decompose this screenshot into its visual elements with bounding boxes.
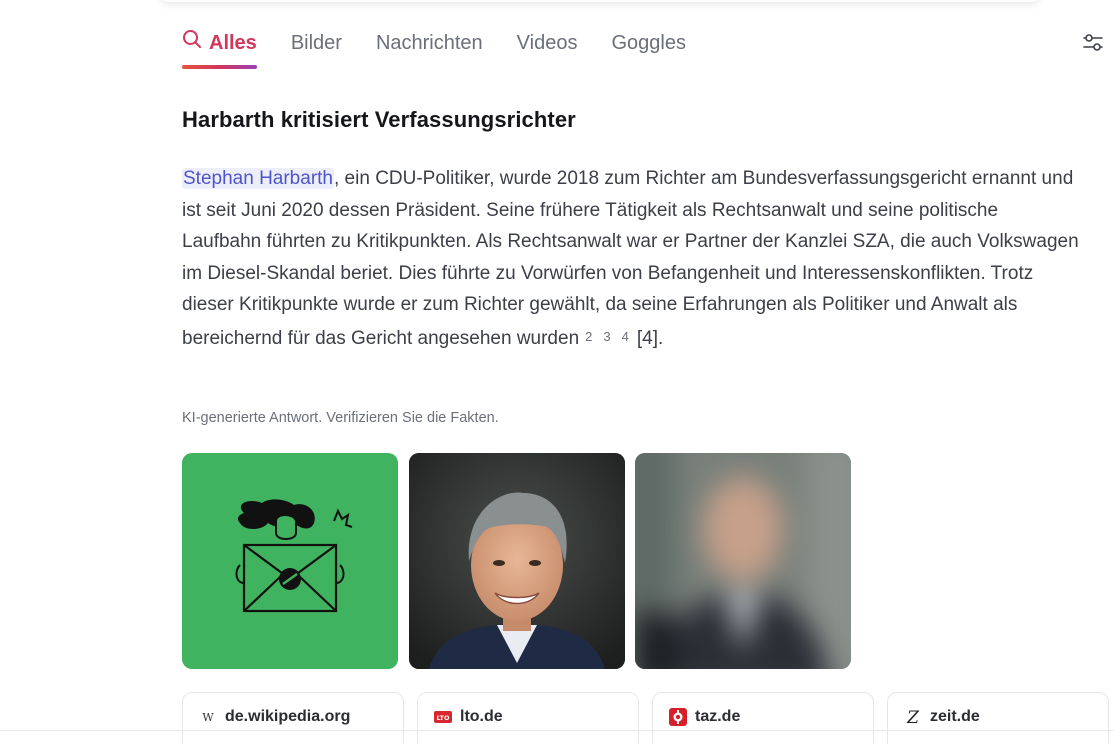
image-blurred[interactable] bbox=[635, 453, 851, 669]
svg-text:W: W bbox=[202, 711, 214, 724]
tab-all[interactable]: Alles bbox=[182, 28, 257, 69]
image-portrait[interactable] bbox=[409, 453, 625, 669]
taz-icon bbox=[669, 708, 687, 726]
svg-text:LTO: LTO bbox=[436, 714, 449, 722]
citation-4[interactable]: 4 bbox=[622, 329, 629, 344]
tab-news-label: Nachrichten bbox=[375, 32, 483, 54]
svg-text:Z: Z bbox=[906, 708, 920, 726]
source-card-taz[interactable]: taz.de bbox=[652, 692, 874, 744]
search-tabs: Alles Bilder Nachrichten Videos Goggles bbox=[182, 28, 686, 70]
source-card-lto[interactable]: LTO lto.de bbox=[417, 692, 639, 744]
answer-text: Stephan Harbarth, ein CDU-Politiker, wur… bbox=[182, 163, 1082, 355]
tab-images-label: Bilder bbox=[290, 32, 342, 54]
tab-news[interactable]: Nachrichten bbox=[376, 28, 483, 58]
image-illustration[interactable] bbox=[182, 453, 398, 669]
source-label: lto.de bbox=[460, 708, 503, 725]
zeit-icon: Z bbox=[904, 708, 922, 726]
tab-images[interactable]: Bilder bbox=[291, 28, 342, 58]
blurred-content bbox=[635, 453, 851, 669]
tab-videos[interactable]: Videos bbox=[517, 28, 578, 58]
page-divider bbox=[0, 730, 1114, 731]
source-card-wikipedia[interactable]: W de.wikipedia.org bbox=[182, 692, 404, 744]
sliders-icon[interactable] bbox=[1078, 28, 1108, 58]
lto-icon: LTO bbox=[434, 708, 452, 726]
entity-link[interactable]: Stephan Harbarth bbox=[182, 168, 334, 189]
tab-all-label: Alles bbox=[209, 32, 257, 54]
citation-3[interactable]: 3 bbox=[603, 329, 610, 344]
tab-goggles-label: Goggles bbox=[611, 32, 686, 54]
answer-title: Harbarth kritisiert Verfassungsrichter bbox=[182, 107, 576, 132]
search-icon bbox=[182, 29, 202, 57]
wikipedia-icon: W bbox=[199, 708, 217, 726]
tab-videos-label: Videos bbox=[516, 32, 578, 54]
source-label: taz.de bbox=[695, 708, 741, 725]
citation-2[interactable]: 2 bbox=[585, 329, 592, 344]
tab-goggles[interactable]: Goggles bbox=[611, 28, 686, 58]
source-label: zeit.de bbox=[930, 708, 980, 725]
ai-disclaimer: KI-generierte Antwort. Verifizieren Sie … bbox=[182, 410, 499, 426]
answer-text-body: , ein CDU-Politiker, wurde 2018 zum Rich… bbox=[182, 168, 1079, 349]
bracket-citation[interactable]: [4]. bbox=[637, 328, 663, 349]
source-card-zeit[interactable]: Z zeit.de bbox=[887, 692, 1109, 744]
top-bar-edge bbox=[160, 0, 1040, 2]
source-label: de.wikipedia.org bbox=[225, 708, 351, 725]
